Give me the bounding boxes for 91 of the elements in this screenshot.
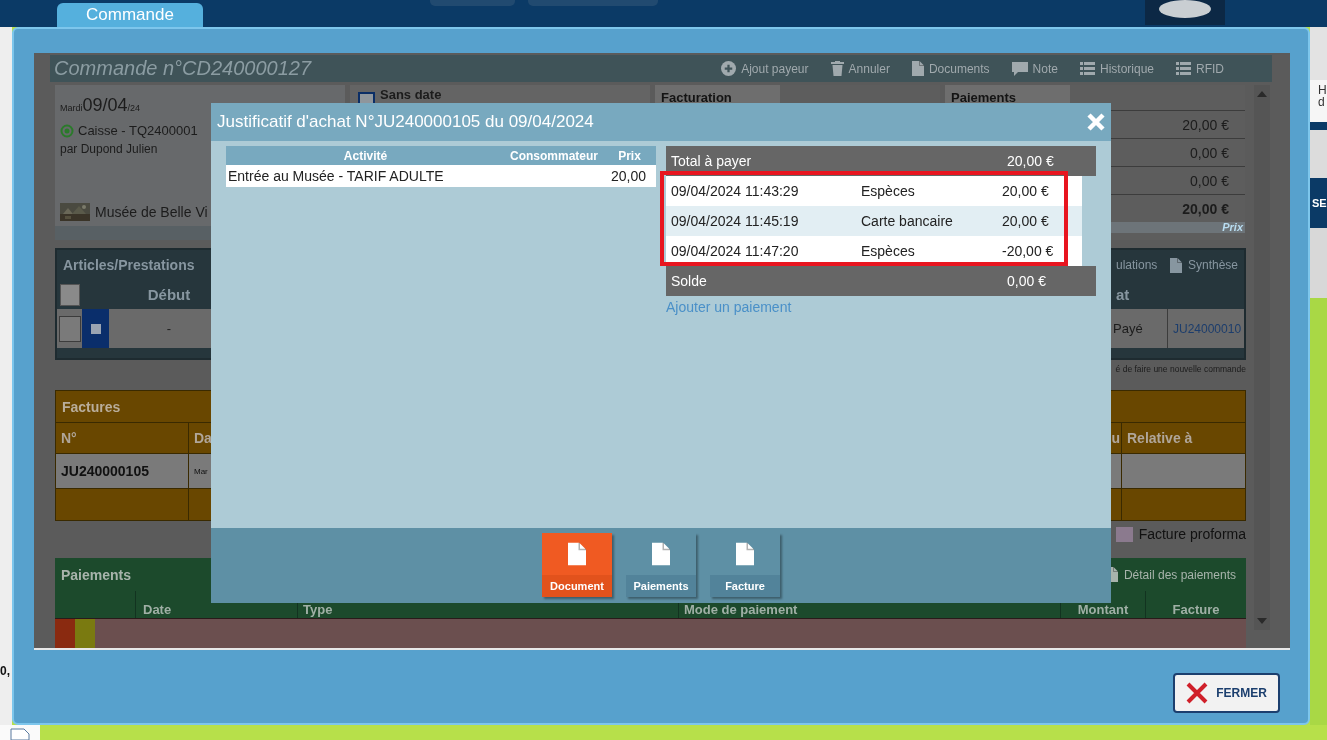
column-header: Consommateur xyxy=(509,148,599,163)
channel-label: Caisse - TQ2400001 xyxy=(78,123,198,138)
column-header: Date xyxy=(143,602,172,617)
view-tab[interactable]: Facture xyxy=(710,533,780,597)
column-header: Activité xyxy=(342,148,389,163)
year-label: /24 xyxy=(127,103,141,113)
page-panel xyxy=(1310,27,1327,80)
close-icon xyxy=(1186,682,1209,704)
status-text: Payé xyxy=(1113,321,1143,336)
close-icon xyxy=(1087,113,1105,131)
total-label: Total à payer xyxy=(671,153,753,169)
seller-label: par Dupond Julien xyxy=(60,142,159,156)
column-header: Relative à xyxy=(1127,430,1193,446)
document-icon xyxy=(911,61,924,76)
list-icon xyxy=(1079,62,1095,75)
payment-method: Espèces xyxy=(861,243,916,259)
column-header: at xyxy=(1116,286,1130,303)
section-heading: Factures xyxy=(62,398,121,415)
toolbar-button[interactable]: Documents xyxy=(911,61,990,76)
checkbox-label: Sans date xyxy=(380,87,442,102)
column-header: Type xyxy=(303,602,333,617)
dialog-title: Justificatif d'achat N°JU240000105 du 09/04/2024 xyxy=(217,112,594,132)
row-marker xyxy=(90,323,101,334)
payment-method: Espèces xyxy=(861,183,916,199)
toolbar-button[interactable]: Ajout payeur xyxy=(721,61,809,76)
text-fragment: d xyxy=(1318,96,1326,108)
payment-date: 09/04/2024 11:45:19 xyxy=(671,213,800,229)
payment-amount: -20,00 € xyxy=(1002,243,1055,259)
page-panel xyxy=(1310,130,1327,178)
legend-label: Facture proforma xyxy=(1138,526,1246,542)
section-heading: Articles/Prestations xyxy=(63,257,195,273)
balance-label: Solde xyxy=(671,273,708,289)
legend-swatch xyxy=(1115,526,1133,542)
column-header: Prix xyxy=(617,148,642,163)
invoice-number: JU240000105 xyxy=(61,463,149,479)
document-icon xyxy=(652,542,670,566)
weekday-label: Mardi xyxy=(60,103,83,113)
document-icon xyxy=(568,542,586,566)
column-header: N° xyxy=(61,430,77,446)
date-label: 09/04 xyxy=(82,95,128,116)
column-header: Facture xyxy=(1172,602,1220,617)
column-header: Montant xyxy=(1077,602,1129,617)
speech-bubble-icon xyxy=(1011,61,1028,76)
banner-text: SE xyxy=(1312,197,1327,209)
payment-date: 09/04/2024 11:43:29 xyxy=(671,183,800,199)
document-icon[interactable] xyxy=(10,728,30,740)
view-tab[interactable]: Paiements xyxy=(626,533,696,597)
venue-label: Musée de Belle Vi xyxy=(95,204,208,220)
total-amount: 20,00 € xyxy=(1007,153,1055,169)
activity-cell-text: Entrée au Musée - TARIF ADULTE xyxy=(227,168,445,184)
scroll-up-icon[interactable] xyxy=(1257,91,1267,97)
toolbar-button[interactable]: Historique xyxy=(1079,61,1154,76)
avatar-icon[interactable] xyxy=(1145,0,1225,25)
checkbox[interactable] xyxy=(58,315,81,342)
window-tab[interactable]: Commande xyxy=(57,3,203,27)
column-header: u xyxy=(1111,430,1120,446)
status-chip xyxy=(75,619,95,648)
scroll-down-icon[interactable] xyxy=(1257,618,1267,624)
column-header: Début xyxy=(146,286,192,303)
table-cell: Mar xyxy=(194,466,208,476)
view-tab[interactable]: Document xyxy=(542,533,612,597)
table-cell: - xyxy=(166,321,172,336)
toolbar-button[interactable]: Annuler xyxy=(830,61,890,76)
text-fragment: H xyxy=(1318,84,1327,96)
status-chip xyxy=(55,619,75,648)
scrollbar[interactable] xyxy=(1254,85,1270,630)
section-heading: Paiements xyxy=(61,566,132,583)
nav-bar xyxy=(1310,122,1327,130)
toolbar-button[interactable]: Note xyxy=(1011,61,1058,76)
column-header: Mode de paiement xyxy=(684,602,798,617)
page-panel xyxy=(1310,228,1327,298)
action-link[interactable]: Synthèse xyxy=(1169,257,1238,273)
add-payment-link[interactable]: Ajouter un paiement xyxy=(666,299,792,315)
close-button[interactable] xyxy=(1087,113,1105,131)
price-cell-text: 20,00 xyxy=(609,168,647,184)
trash-icon xyxy=(830,61,844,76)
payment-date: 09/04/2024 11:47:20 xyxy=(671,243,800,259)
invoice-link[interactable]: JU24000010 xyxy=(1173,321,1242,336)
document-icon xyxy=(1169,257,1182,273)
checkbox[interactable] xyxy=(59,283,80,306)
toolbar-button[interactable]: RFID xyxy=(1176,61,1224,76)
balance-amount: 0,00 € xyxy=(1007,273,1047,289)
value-text: 0, xyxy=(0,664,11,678)
list-icon xyxy=(1176,62,1191,75)
action-link[interactable]: ulations xyxy=(1116,258,1158,272)
plus-circle-icon xyxy=(721,61,737,76)
close-button[interactable]: FERMER xyxy=(1173,673,1280,713)
order-title: Commande n°CD240000127 xyxy=(54,57,312,80)
radio-icon xyxy=(60,123,74,138)
column-header: Da xyxy=(194,430,212,446)
document-icon xyxy=(736,542,754,566)
